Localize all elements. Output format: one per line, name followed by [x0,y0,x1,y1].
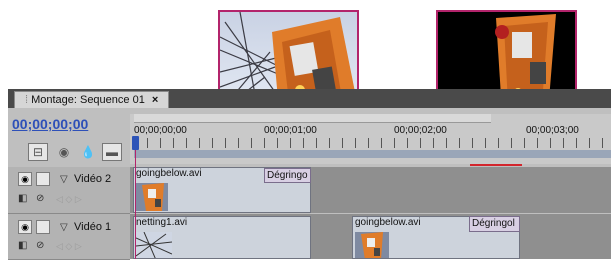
track-label-video1: Vidéo 1 [74,221,112,233]
playhead-line [135,150,136,259]
track-label-video2: Vidéo 2 [74,173,112,185]
clip-title: goingbelow.avi [136,168,202,179]
ruler-label-1: 00;00;01;00 [264,125,317,136]
clip-thumbnail [136,232,172,258]
clip-thumbnail [136,183,168,211]
snap-icon[interactable]: ⊟ [28,143,48,161]
hide-keyframes-icon[interactable]: ⊘ [36,240,44,251]
eye-icon[interactable]: ◉ [18,172,32,186]
sequence-tab[interactable]: ⁞ Montage: Sequence 01 × [14,91,170,108]
grip-icon: ⁞ [25,94,29,106]
display-style-icon[interactable]: ◧ [18,193,27,204]
chevron-down-icon[interactable]: ▽ [60,222,68,233]
clip-netting1-v1[interactable]: netting1.avi [133,216,311,259]
keyframe-nav-icon: ◁ ◇ ▷ [56,194,82,204]
current-timecode[interactable]: 00;00;00;00 [12,116,88,132]
lock-toggle[interactable] [36,220,50,234]
transition-degringol-v1[interactable]: Dégringol [469,216,520,232]
display-style-icon[interactable]: ◧ [18,240,27,251]
clip-thumbnail [355,232,389,258]
ruler-label-0: 00;00;00;00 [134,125,187,136]
ruler-label-2: 00;00;02;00 [394,125,447,136]
marker-icon[interactable]: ◉ [54,143,74,161]
keyframe-icon[interactable]: 💧 [78,143,98,161]
chevron-down-icon[interactable]: ▽ [60,174,68,185]
ruler-ticks [134,138,611,148]
render-bar [470,164,522,166]
sequence-tab-label: Montage: Sequence 01 [31,94,145,106]
hide-keyframes-icon[interactable]: ⊘ [36,193,44,204]
clip-title: netting1.avi [136,217,188,228]
keyframe-nav-icon: ◁ ◇ ▷ [56,241,82,251]
set-marker-icon[interactable]: ▬ [102,143,122,161]
close-icon[interactable]: × [152,94,158,106]
zoom-scroll-strip[interactable] [134,150,611,158]
lock-toggle[interactable] [36,172,50,186]
clip-title: goingbelow.avi [355,217,421,228]
transition-degringo-v2[interactable]: Dégringo [264,168,311,183]
work-area-bar[interactable] [134,114,491,123]
eye-icon[interactable]: ◉ [18,220,32,234]
playhead-handle[interactable] [132,136,139,150]
ruler-label-3: 00;00;03;00 [526,125,579,136]
